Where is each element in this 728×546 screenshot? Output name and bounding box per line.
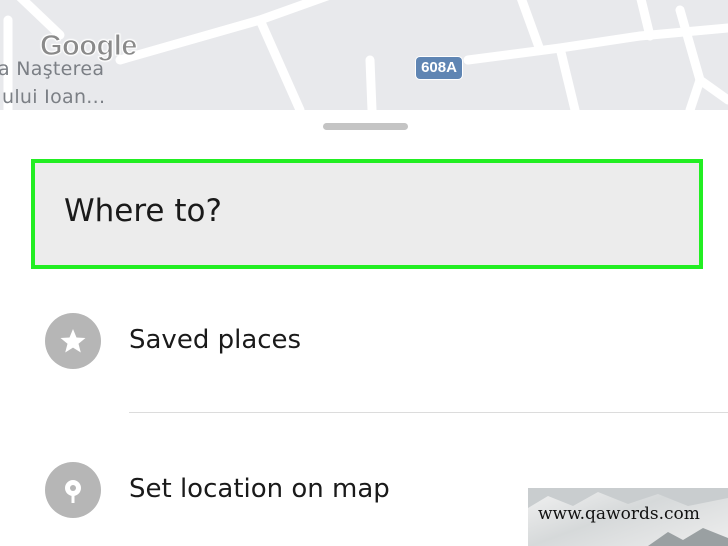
watermark: www.qawords.com (528, 488, 728, 546)
sheet-drag-handle[interactable] (323, 123, 408, 130)
route-badge: 608A (416, 57, 462, 79)
map-view[interactable]: a Naşterea ului Ioan... Google 608A (0, 0, 728, 110)
map-pin-icon (45, 462, 101, 518)
saved-places-label: Saved places (129, 325, 302, 355)
where-to-label: Where to? (64, 193, 222, 229)
menu-divider (129, 412, 728, 413)
map-place-label-continued: ului Ioan... (2, 86, 106, 108)
google-logo: Google (40, 30, 138, 63)
watermark-text: www.qawords.com (538, 504, 700, 524)
where-to-search-box[interactable]: Where to? (31, 159, 703, 269)
set-location-on-map-label: Set location on map (129, 474, 390, 504)
star-icon (45, 313, 101, 369)
